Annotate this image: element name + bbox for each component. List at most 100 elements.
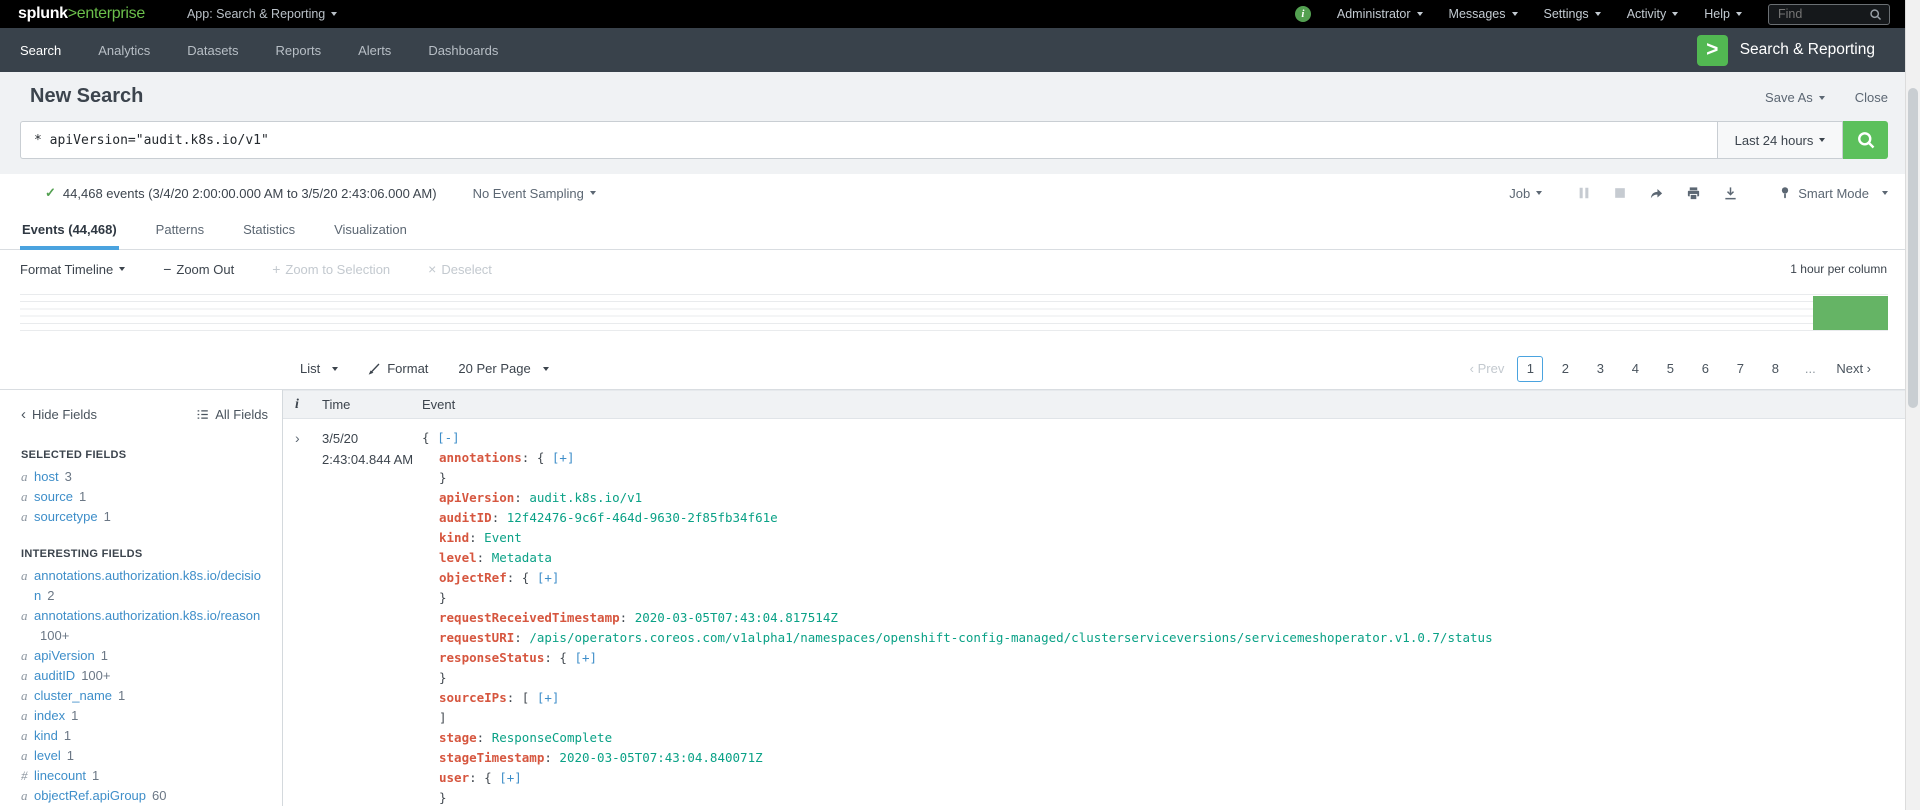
json-line: kind: Event — [422, 528, 1920, 548]
find-input[interactable] — [1776, 6, 1869, 22]
field-count: 1 — [101, 648, 108, 663]
results-tab[interactable]: Statistics — [241, 222, 297, 249]
field-link[interactable]: kind — [34, 728, 58, 743]
field-link[interactable]: annotations.authorization.k8s.io/reason — [34, 608, 260, 623]
nav-item[interactable]: Datasets — [187, 43, 238, 58]
pagination-item[interactable]: Next › — [1832, 356, 1875, 382]
search-button[interactable] — [1843, 121, 1888, 159]
caret-down-icon — [1512, 12, 1518, 16]
pagination-item[interactable]: 4 — [1622, 356, 1648, 382]
all-fields-button[interactable]: All Fields — [196, 407, 268, 422]
pagination-item[interactable]: 2 — [1552, 356, 1578, 382]
event-sampling-dropdown[interactable]: No Event Sampling — [473, 186, 596, 201]
field-link[interactable]: cluster_name — [34, 688, 112, 703]
field-type-icon: a — [21, 746, 34, 766]
timeline-zoom-button[interactable]: + Zoom to Selection — [272, 261, 390, 277]
pagination-item[interactable]: 7 — [1727, 356, 1753, 382]
pagination-item[interactable]: 5 — [1657, 356, 1683, 382]
search-mode-dropdown[interactable]: Smart Mode — [1779, 186, 1888, 201]
pagination-item[interactable]: 1 — [1517, 356, 1543, 382]
save-as-button[interactable]: Save As — [1765, 90, 1825, 105]
json-expand-toggle[interactable]: [+] — [537, 570, 560, 585]
json-expand-toggle[interactable]: [+] — [537, 690, 560, 705]
selected-fields-list: a host3 a source1 a sourcetype1 — [21, 467, 268, 527]
json-expand-toggle[interactable]: [+] — [574, 650, 597, 665]
pagination-item[interactable]: ‹ Prev — [1466, 356, 1509, 382]
nav-item[interactable]: Analytics — [98, 43, 150, 58]
info-icon[interactable]: i — [1295, 6, 1311, 22]
json-expand-toggle[interactable]: [-] — [437, 430, 460, 445]
print-button[interactable] — [1686, 186, 1701, 201]
topbar-menu-item[interactable]: Help — [1704, 7, 1742, 21]
timeline-zoom-button[interactable]: × Deselect — [428, 261, 492, 277]
stop-button[interactable] — [1613, 186, 1627, 200]
pagination-item[interactable]: 6 — [1692, 356, 1718, 382]
nav-item[interactable]: Alerts — [358, 43, 391, 58]
results-tab[interactable]: Events (44,468) — [20, 222, 119, 249]
per-page-label: 20 Per Page — [458, 361, 530, 376]
json-line: annotations: { [+] — [422, 448, 1920, 468]
nav-item-label: Reports — [276, 43, 322, 58]
format-timeline-label: Format Timeline — [20, 262, 113, 277]
share-button[interactable] — [1649, 186, 1664, 201]
json-punct: : — [514, 630, 529, 645]
close-button[interactable]: Close — [1855, 90, 1888, 105]
json-line: auditID: 12f42476-9c6f-464d-9630-2f85fb3… — [422, 508, 1920, 528]
field-link[interactable]: sourcetype — [34, 509, 98, 524]
export-button[interactable] — [1723, 186, 1738, 201]
smart-mode-icon — [1779, 186, 1791, 200]
vertical-scrollbar[interactable] — [1905, 0, 1920, 810]
nav-item[interactable]: Reports — [276, 43, 322, 58]
field-link[interactable]: linecount — [34, 768, 86, 783]
pagination-item[interactable]: 3 — [1587, 356, 1613, 382]
nav-item[interactable]: Dashboards — [428, 43, 498, 58]
time-range-picker[interactable]: Last 24 hours — [1717, 121, 1843, 159]
timeline-event-bar[interactable] — [1813, 296, 1888, 330]
json-expand-toggle[interactable]: [+] — [499, 770, 522, 785]
nav-item[interactable]: Search — [20, 43, 61, 58]
format-button[interactable]: Format — [368, 361, 428, 376]
topbar-menu-item[interactable]: Activity — [1627, 7, 1679, 21]
field-link[interactable]: annotations.authorization.k8s.io/decisio… — [34, 568, 261, 603]
json-punct: : — [620, 610, 635, 625]
results-tab[interactable]: Patterns — [154, 222, 206, 249]
app-menu-dropdown[interactable]: App: Search & Reporting — [187, 7, 337, 21]
topbar-menu-item[interactable]: Settings — [1544, 7, 1601, 21]
pagination-item[interactable]: ... — [1797, 356, 1823, 382]
job-status-row: ✓ 44,468 events (3/4/20 2:00:00.000 AM t… — [0, 174, 1920, 212]
list-view-dropdown[interactable]: List — [300, 361, 338, 376]
field-link[interactable]: index — [34, 708, 65, 723]
json-key: requestReceivedTimestamp — [439, 610, 620, 625]
field-item: a auditID100+ — [21, 666, 268, 686]
json-line: requestURI: /apis/operators.coreos.com/v… — [422, 628, 1920, 648]
results-tab[interactable]: Visualization — [332, 222, 409, 249]
timeline-toolbar: Format Timeline − Zoom Out + Zoom to Sel… — [0, 250, 1920, 288]
field-link[interactable]: apiVersion — [34, 648, 95, 663]
results-tabs: Events (44,468) Patterns Statistics Visu… — [0, 212, 1920, 250]
per-page-dropdown[interactable]: 20 Per Page — [458, 361, 548, 376]
json-expand-toggle[interactable]: [+] — [552, 450, 575, 465]
tab-label: Visualization — [334, 222, 407, 237]
field-link[interactable]: level — [34, 748, 61, 763]
row-expand-chevron-icon[interactable]: › — [295, 428, 322, 806]
search-query-input[interactable] — [20, 121, 1717, 159]
topbar-menu-item[interactable]: Administrator — [1337, 7, 1423, 21]
nav-item-label: Analytics — [98, 43, 150, 58]
field-link[interactable]: host — [34, 469, 59, 484]
pause-button[interactable] — [1577, 186, 1591, 200]
field-link[interactable]: source — [34, 489, 73, 504]
timeline-zoom-button[interactable]: − Zoom Out — [163, 261, 234, 277]
json-line: } — [422, 668, 1920, 688]
json-line: stage: ResponseComplete — [422, 728, 1920, 748]
events-timeline-chart[interactable] — [20, 288, 1888, 334]
pagination: ‹ Prev 1 2 3 4 5 6 7 8 ... Next › — [1466, 356, 1875, 382]
format-timeline-dropdown[interactable]: Format Timeline — [20, 262, 125, 277]
scrollbar-thumb[interactable] — [1908, 88, 1918, 408]
topbar-menu-item[interactable]: Messages — [1449, 7, 1518, 21]
job-done-check-icon: ✓ — [45, 185, 56, 201]
field-link[interactable]: objectRef.apiGroup — [34, 788, 146, 803]
hide-fields-button[interactable]: ‹ Hide Fields — [21, 407, 97, 422]
job-dropdown[interactable]: Job — [1509, 186, 1542, 201]
pagination-item[interactable]: 8 — [1762, 356, 1788, 382]
field-link[interactable]: auditID — [34, 668, 75, 683]
